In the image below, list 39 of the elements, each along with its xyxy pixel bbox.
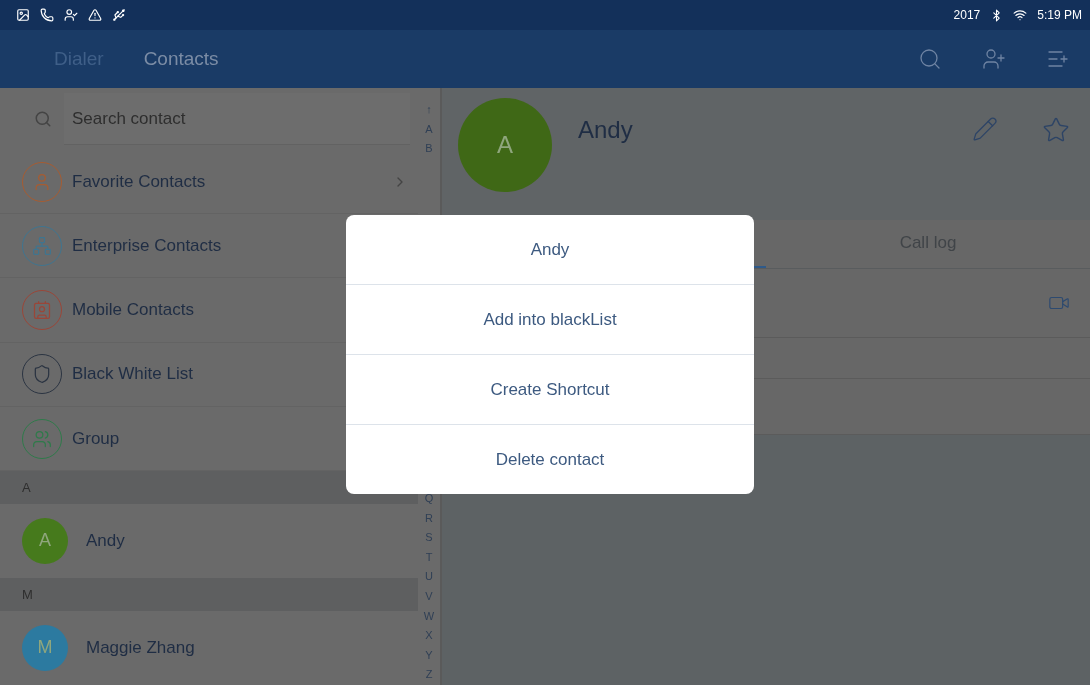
index-letter[interactable]: ↑ xyxy=(426,100,432,120)
category-label: Mobile Contacts xyxy=(72,300,195,321)
menu-item[interactable]: Delete contact xyxy=(346,424,754,494)
star-icon[interactable] xyxy=(1042,116,1070,144)
avatar: A xyxy=(22,517,68,564)
menu-item[interactable]: Add into blackList xyxy=(346,284,754,354)
search-icon xyxy=(34,110,52,128)
index-letter[interactable]: B xyxy=(425,139,433,159)
index-letter[interactable]: A xyxy=(425,119,433,140)
edit-icon[interactable] xyxy=(972,116,998,142)
contact-name: Andy xyxy=(578,116,634,144)
category-label: Enterprise Contacts xyxy=(72,235,223,256)
usb-icon xyxy=(112,8,126,22)
contact-item[interactable]: M Maggie Zhang xyxy=(0,610,418,685)
contact-item[interactable]: A Andy xyxy=(0,503,418,579)
status-year: 2017 xyxy=(953,8,981,22)
status-time: 5:19 PM xyxy=(1037,8,1082,22)
avatar: A xyxy=(458,98,552,192)
warning-icon xyxy=(88,8,102,22)
index-letter[interactable]: S xyxy=(425,528,433,548)
index-letter[interactable]: U xyxy=(425,567,433,588)
category-label: Favorite Contacts xyxy=(72,171,207,192)
search-icon[interactable] xyxy=(918,47,942,71)
wifi-icon xyxy=(1013,8,1028,22)
app-tab[interactable]: Contacts xyxy=(143,48,219,70)
index-letter[interactable]: W xyxy=(423,606,435,627)
category-label: Group xyxy=(72,428,121,449)
menu-item[interactable]: Create Shortcut xyxy=(346,354,754,424)
category-label: Black White List xyxy=(72,364,194,385)
add-person-icon[interactable] xyxy=(982,47,1006,71)
contact-name: Andy xyxy=(86,530,126,551)
index-letter[interactable]: R xyxy=(425,508,433,529)
category-item[interactable]: Favorite Contacts xyxy=(0,150,418,215)
image-icon xyxy=(16,8,30,22)
phone-icon xyxy=(40,8,54,22)
contact-name: Maggie Zhang xyxy=(86,637,196,658)
person-icon xyxy=(64,8,78,22)
menu-title: Andy xyxy=(529,238,571,261)
avatar: M xyxy=(22,624,68,671)
